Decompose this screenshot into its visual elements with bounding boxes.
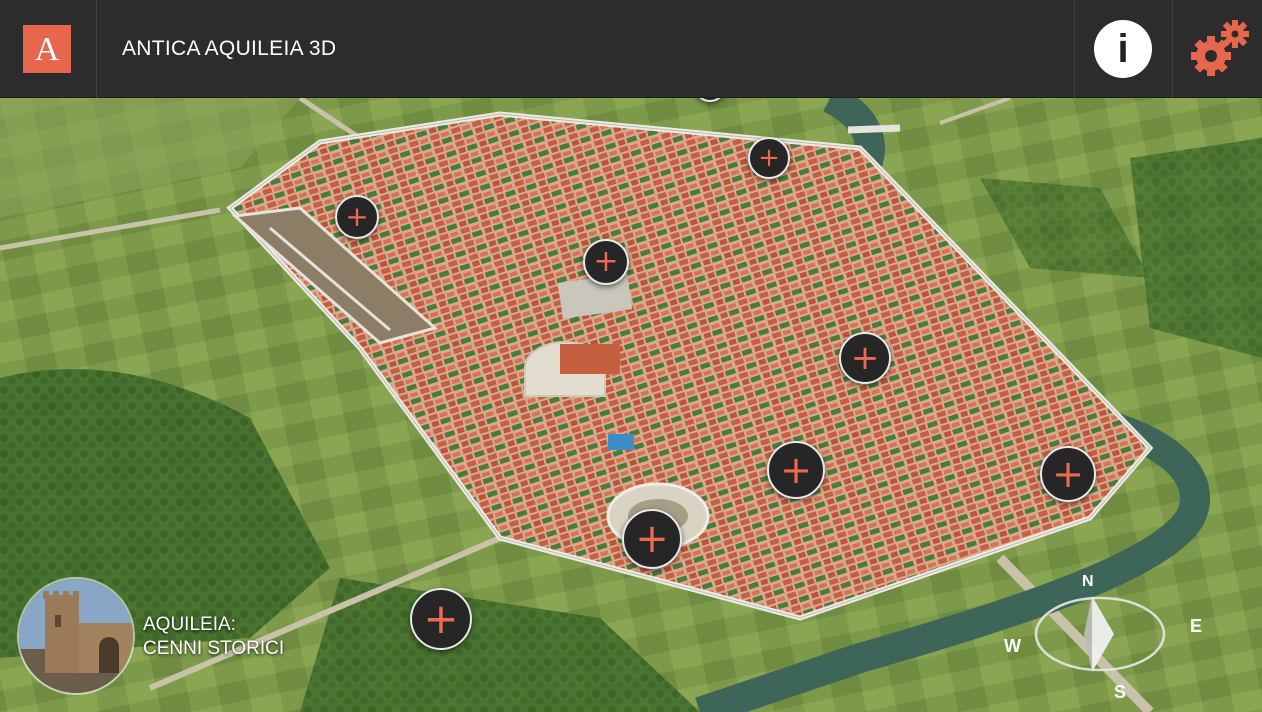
compass-e: E bbox=[1190, 616, 1202, 636]
poi-marker[interactable]: + bbox=[583, 239, 629, 285]
tower-image bbox=[19, 579, 133, 693]
poi-marker[interactable]: + bbox=[410, 588, 472, 650]
plus-icon bbox=[696, 98, 724, 100]
gears-icon[interactable] bbox=[1185, 18, 1253, 82]
plus-icon: + bbox=[780, 448, 812, 492]
history-line-2: CENNI STORICI bbox=[143, 638, 285, 659]
top-bar: A ANTICA AQUILEIA 3D i bbox=[0, 0, 1262, 98]
poi-marker[interactable]: + bbox=[622, 509, 682, 569]
plus-icon: + bbox=[1052, 452, 1084, 496]
tower-thumbnail[interactable] bbox=[17, 577, 135, 695]
plus-icon: + bbox=[345, 200, 369, 233]
plus-icon: + bbox=[635, 516, 669, 562]
plus-icon: + bbox=[593, 244, 619, 279]
poi-marker[interactable]: + bbox=[767, 441, 825, 499]
compass-s: S bbox=[1114, 682, 1126, 702]
info-button[interactable]: i bbox=[1094, 20, 1152, 78]
compass-w: W bbox=[1004, 636, 1021, 656]
plus-icon: + bbox=[423, 594, 459, 643]
app-title: ANTICA AQUILEIA 3D bbox=[122, 37, 337, 60]
compass-icon[interactable]: N E S W bbox=[1000, 574, 1220, 704]
poi-marker[interactable]: + bbox=[335, 195, 379, 239]
app-logo[interactable]: A bbox=[23, 25, 71, 73]
city-map[interactable]: + + + + + + + + N E S W AQUILEIA: CENNI … bbox=[0, 98, 1262, 712]
plus-icon: + bbox=[850, 338, 880, 378]
history-label[interactable]: AQUILEIA: CENNI STORICI bbox=[143, 613, 284, 661]
compass-n: N bbox=[1082, 574, 1094, 590]
history-line-1: AQUILEIA: bbox=[143, 614, 236, 635]
settings-cell[interactable] bbox=[1172, 0, 1262, 98]
poi-marker[interactable]: + bbox=[1040, 446, 1096, 502]
poi-marker[interactable]: + bbox=[839, 332, 891, 384]
plus-icon: + bbox=[758, 143, 780, 173]
info-cell[interactable]: i bbox=[1074, 0, 1172, 98]
poi-marker[interactable]: + bbox=[748, 137, 790, 179]
history-button[interactable]: AQUILEIA: CENNI STORICI bbox=[17, 577, 337, 695]
logo-cell[interactable]: A bbox=[0, 0, 97, 98]
